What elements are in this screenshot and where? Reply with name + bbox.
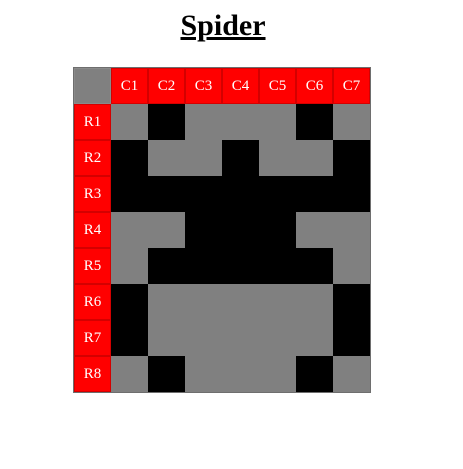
grid-cell-r3-c5 [259,176,296,212]
grid-cell-r2-c3 [185,140,222,176]
grid-cell-r4-c4 [222,212,259,248]
grid-cell-r7-c6 [296,320,333,356]
grid-cell-r6-c6 [296,284,333,320]
grid-cell-r6-c4 [222,284,259,320]
grid-row-r6: R6 [74,284,370,320]
grid-cell-r1-c4 [222,104,259,140]
grid-corner-cell [74,68,111,104]
grid-cell-r8-c1 [111,356,148,392]
grid-cell-r1-c3 [185,104,222,140]
grid-cell-r5-c4 [222,248,259,284]
grid-cell-r8-c6 [296,356,333,392]
page-title: Spider [180,9,266,42]
grid-cell-r7-c3 [185,320,222,356]
grid-row-r2: R2 [74,140,370,176]
grid-row-r8: R8 [74,356,370,392]
row-header-r2: R2 [74,140,111,176]
grid-cell-r2-c2 [148,140,185,176]
pixel-grid: C1 C2 C3 C4 C5 C6 C7 R1 R2 R3 R4 R5 R6 R7 R8 [73,67,371,393]
grid-cell-r3-c3 [185,176,222,212]
grid-cell-r5-c7 [333,248,370,284]
grid-cell-r4-c2 [148,212,185,248]
grid-cell-r1-c7 [333,104,370,140]
column-header-c6: C6 [296,68,333,104]
grid-cell-r2-c1 [111,140,148,176]
grid-cell-r5-c6 [296,248,333,284]
grid-cell-r7-c4 [222,320,259,356]
grid-cell-r4-c6 [296,212,333,248]
grid-cell-r4-c1 [111,212,148,248]
row-header-r8: R8 [74,356,111,392]
row-header-r3: R3 [74,176,111,212]
grid-cell-r5-c1 [111,248,148,284]
grid-cell-r4-c7 [333,212,370,248]
grid-cell-r3-c4 [222,176,259,212]
grid-cell-r6-c3 [185,284,222,320]
grid-cell-r3-c6 [296,176,333,212]
grid-cell-r3-c1 [111,176,148,212]
grid-cell-r6-c5 [259,284,296,320]
row-header-r5: R5 [74,248,111,284]
grid-row-r4: R4 [74,212,370,248]
grid-body: C1 C2 C3 C4 C5 C6 C7 R1 R2 R3 R4 R5 R6 R7 R8 [74,68,370,392]
grid-cell-r8-c4 [222,356,259,392]
row-header-r4: R4 [74,212,111,248]
grid-cell-r2-c4 [222,140,259,176]
grid-cell-r8-c2 [148,356,185,392]
grid-cell-r5-c3 [185,248,222,284]
grid-cell-r1-c1 [111,104,148,140]
grid-cell-r1-c5 [259,104,296,140]
grid-cell-r6-c2 [148,284,185,320]
column-header-c5: C5 [259,68,296,104]
grid-cell-r5-c2 [148,248,185,284]
grid-row-r1: R1 [74,104,370,140]
grid-cell-r2-c5 [259,140,296,176]
grid-cell-r7-c1 [111,320,148,356]
column-header-c4: C4 [222,68,259,104]
grid-cell-r5-c5 [259,248,296,284]
grid-cell-r1-c2 [148,104,185,140]
grid-row-r5: R5 [74,248,370,284]
row-header-r1: R1 [74,104,111,140]
grid-cell-r2-c6 [296,140,333,176]
grid-cell-r2-c7 [333,140,370,176]
grid-cell-r4-c5 [259,212,296,248]
row-header-r6: R6 [74,284,111,320]
grid-cell-r7-c7 [333,320,370,356]
grid-cell-r8-c7 [333,356,370,392]
grid-row-r3: R3 [74,176,370,212]
column-header-c3: C3 [185,68,222,104]
grid-cell-r3-c2 [148,176,185,212]
grid-cell-r7-c5 [259,320,296,356]
column-header-row: C1 C2 C3 C4 C5 C6 C7 [74,68,370,104]
grid-cell-r6-c1 [111,284,148,320]
column-header-c7: C7 [333,68,370,104]
grid-cell-r3-c7 [333,176,370,212]
grid-cell-r6-c7 [333,284,370,320]
grid-cell-r7-c2 [148,320,185,356]
grid-cell-r4-c3 [185,212,222,248]
grid-cell-r8-c5 [259,356,296,392]
grid-row-r7: R7 [74,320,370,356]
row-header-r7: R7 [74,320,111,356]
grid-cell-r1-c6 [296,104,333,140]
grid-cell-r8-c3 [185,356,222,392]
column-header-c2: C2 [148,68,185,104]
column-header-c1: C1 [111,68,148,104]
